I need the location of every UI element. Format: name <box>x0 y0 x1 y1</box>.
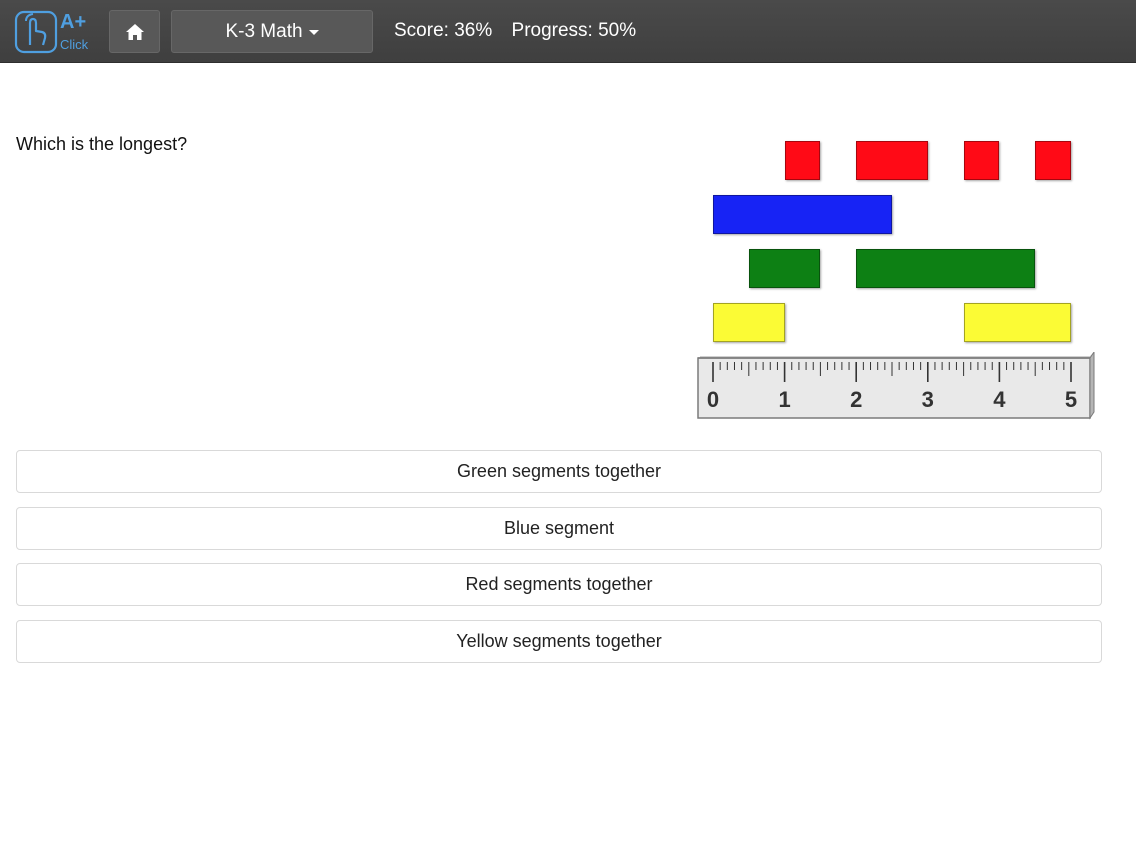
answer-label: Yellow segments together <box>456 630 662 651</box>
progress-text: Progress: 50% <box>511 20 637 41</box>
home-icon <box>125 23 144 40</box>
subject-label: K-3 Math <box>225 20 303 42</box>
ruler-label: 0 <box>707 387 719 412</box>
score-text: Score: 36% <box>394 20 493 41</box>
answer-option-yellow[interactable]: Yellow segments together <box>16 619 1102 663</box>
segment-red <box>963 141 1000 180</box>
status-bar: Score: 36% Progress: 50% <box>394 20 636 42</box>
ruler: 0 1 2 3 4 5 <box>697 352 1095 420</box>
answer-option-red[interactable]: Red segments together <box>16 563 1102 606</box>
segment-yellow <box>963 303 1071 342</box>
ruler-label: 3 <box>922 387 934 412</box>
subject-dropdown[interactable]: K-3 Math <box>171 10 373 53</box>
segment-red <box>856 141 928 180</box>
home-button[interactable] <box>109 10 160 53</box>
segment-blue <box>713 195 892 234</box>
app-logo[interactable]: A+ Click <box>14 9 94 55</box>
top-bar: A+ Click K-3 Math Score: 36% Progress: 5… <box>0 0 1136 63</box>
logo-text: A+ <box>60 11 87 33</box>
segments-figure: 0 1 2 3 4 5 <box>696 136 1100 422</box>
ruler-label: 4 <box>993 387 1006 412</box>
answer-list: Green segments together Blue segment Red… <box>16 450 1102 676</box>
segment-yellow <box>713 303 785 342</box>
ruler-label: 1 <box>778 387 790 412</box>
logo-subtext: Click <box>60 37 89 52</box>
ruler-label: 5 <box>1065 387 1077 412</box>
ruler-label: 2 <box>850 387 862 412</box>
segment-red <box>1035 141 1071 180</box>
answer-label: Red segments together <box>465 574 653 594</box>
answer-option-green[interactable]: Green segments together <box>16 450 1102 493</box>
segment-green <box>856 249 1036 288</box>
answer-label: Green segments together <box>456 461 662 481</box>
segment-red <box>784 141 821 180</box>
answer-option-blue[interactable]: Blue segment <box>16 506 1102 550</box>
answer-label: Blue segment <box>503 517 615 538</box>
question-text: Which is the longest? <box>16 134 188 154</box>
caret-down-icon <box>308 30 319 35</box>
hand-touch-icon <box>14 10 58 54</box>
segment-green <box>748 249 821 288</box>
